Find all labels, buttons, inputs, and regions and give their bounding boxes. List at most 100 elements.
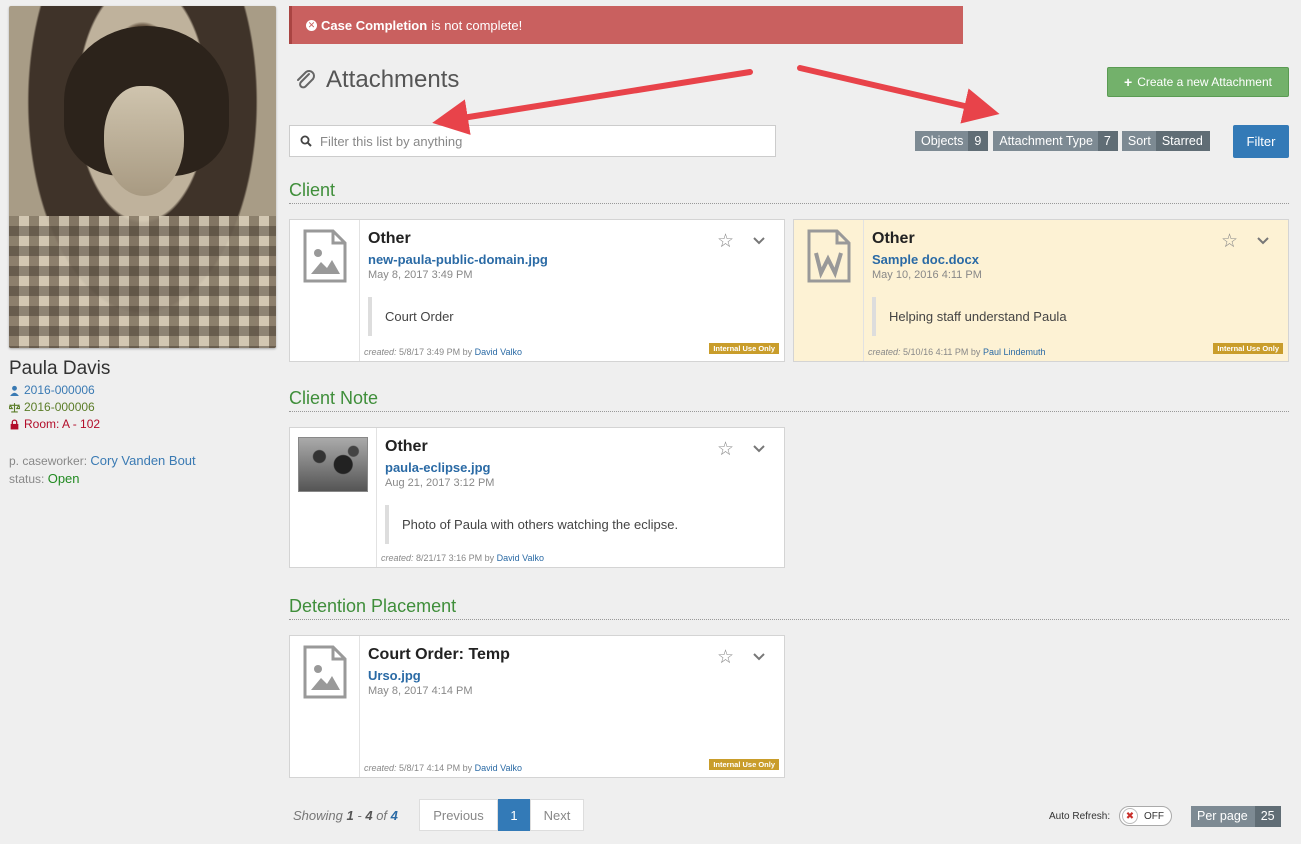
attachment-type: Other bbox=[385, 438, 428, 455]
word-file-icon bbox=[794, 220, 864, 361]
auto-refresh-label: Auto Refresh: bbox=[1049, 811, 1111, 822]
search-icon bbox=[300, 135, 312, 147]
attachment-date: Aug 21, 2017 3:12 PM bbox=[385, 477, 495, 489]
per-page-label: Per page bbox=[1191, 806, 1255, 827]
attachment-filename[interactable]: paula-eclipse.jpg bbox=[385, 460, 774, 475]
sort-chip-value: Starred bbox=[1155, 131, 1210, 151]
chevron-down-icon[interactable] bbox=[752, 444, 766, 454]
section-client-note: Client Note bbox=[289, 388, 1289, 412]
attachment-date: May 8, 2017 3:49 PM bbox=[368, 269, 473, 281]
caseworker-link[interactable]: Cory Vanden Bout bbox=[90, 453, 195, 468]
profile-photo bbox=[9, 6, 276, 348]
page-title-text: Attachments bbox=[326, 66, 460, 93]
page-1-button[interactable]: 1 bbox=[498, 799, 530, 831]
lock-icon bbox=[10, 418, 19, 429]
chevron-down-icon[interactable] bbox=[752, 652, 766, 662]
room-label: Room: A - 102 bbox=[24, 417, 101, 431]
close-circle-icon: ✕ bbox=[306, 19, 317, 31]
eclipse-thumbnail bbox=[290, 428, 377, 567]
case-id-link[interactable]: 2016-000006 bbox=[9, 400, 95, 414]
alert-text: is not complete! bbox=[431, 17, 523, 33]
section-detention-placement: Detention Placement bbox=[289, 596, 1289, 620]
attachment-filename[interactable]: new-paula-public-domain.jpg bbox=[368, 252, 774, 267]
objects-chip[interactable]: Objects 9 bbox=[915, 131, 989, 151]
created-info: created: 5/8/17 3:49 PM by David Valko bbox=[364, 347, 522, 357]
section-client: Client bbox=[289, 180, 1289, 204]
paperclip-icon bbox=[297, 70, 315, 89]
filter-button[interactable]: Filter bbox=[1233, 125, 1289, 158]
star-icon[interactable]: ☆ bbox=[717, 440, 734, 459]
image-file-icon bbox=[290, 636, 360, 777]
page-title: Attachments bbox=[296, 66, 459, 94]
internal-use-badge: Internal Use Only bbox=[1213, 343, 1283, 354]
created-info: created: 5/8/17 4:14 PM by David Valko bbox=[364, 763, 522, 773]
author-link[interactable]: David Valko bbox=[475, 763, 522, 773]
attachment-type-chip-count: 7 bbox=[1097, 131, 1118, 151]
annotation-arrow bbox=[432, 69, 753, 135]
filter-chips: Objects 9 Attachment Type 7 Sort Starred bbox=[915, 131, 1210, 151]
attachment-type-chip[interactable]: Attachment Type 7 bbox=[993, 131, 1118, 151]
profile-name: Paula Davis bbox=[9, 358, 111, 379]
star-icon[interactable]: ☆ bbox=[717, 648, 734, 667]
off-x-icon: ✖ bbox=[1122, 808, 1138, 824]
attachment-type: Other bbox=[368, 230, 411, 247]
pagination: Previous 1 Next bbox=[419, 799, 584, 831]
filter-field[interactable] bbox=[289, 125, 776, 157]
attachment-card[interactable]: Other paula-eclipse.jpg Aug 21, 2017 3:1… bbox=[289, 427, 785, 568]
created-info: created: 8/21/17 3:16 PM by David Valko bbox=[381, 553, 544, 563]
attachment-date: May 8, 2017 4:14 PM bbox=[368, 685, 473, 697]
scales-icon bbox=[9, 402, 20, 412]
attachment-card[interactable]: Other new-paula-public-domain.jpg May 8,… bbox=[289, 219, 785, 362]
attachment-note: Photo of Paula with others watching the … bbox=[385, 505, 774, 544]
created-info: created: 5/10/16 4:11 PM by Paul Lindemu… bbox=[868, 347, 1046, 357]
room-link[interactable]: Room: A - 102 bbox=[9, 417, 100, 431]
attachment-note: Court Order bbox=[368, 297, 774, 336]
caseworker-label: p. caseworker: bbox=[9, 454, 88, 468]
case-id: 2016-000006 bbox=[24, 400, 95, 414]
chevron-down-icon[interactable] bbox=[1256, 236, 1270, 246]
star-icon[interactable]: ☆ bbox=[717, 232, 734, 251]
attachment-card[interactable]: Court Order: Temp Urso.jpg May 8, 2017 4… bbox=[289, 635, 785, 778]
attachment-date: May 10, 2016 4:11 PM bbox=[872, 269, 982, 281]
attachment-type: Other bbox=[872, 230, 915, 247]
previous-page-button[interactable]: Previous bbox=[419, 799, 498, 831]
attachment-filename[interactable]: Sample doc.docx bbox=[872, 252, 1278, 267]
internal-use-badge: Internal Use Only bbox=[709, 759, 779, 770]
plus-icon: + bbox=[1124, 74, 1133, 90]
create-attachment-button[interactable]: + Create a new Attachment bbox=[1107, 67, 1289, 97]
attachment-filename[interactable]: Urso.jpg bbox=[368, 668, 774, 683]
attachment-card[interactable]: Other Sample doc.docx May 10, 2016 4:11 … bbox=[793, 219, 1289, 362]
attachment-note: Helping staff understand Paula bbox=[872, 297, 1278, 336]
person-icon bbox=[10, 385, 19, 396]
annotation-arrow bbox=[797, 65, 1000, 124]
image-file-icon bbox=[290, 220, 360, 361]
author-link[interactable]: David Valko bbox=[475, 347, 522, 357]
showing-count: Showing 1 - 4 of 4 bbox=[293, 808, 398, 823]
star-icon[interactable]: ☆ bbox=[1221, 232, 1238, 251]
author-link[interactable]: Paul Lindemuth bbox=[983, 347, 1046, 357]
caseworker-row: p. caseworker: Cory Vanden Bout bbox=[9, 453, 196, 468]
next-page-button[interactable]: Next bbox=[530, 799, 584, 831]
status-value: Open bbox=[47, 471, 80, 486]
attachment-type: Court Order: Temp bbox=[368, 646, 510, 663]
toggle-state: OFF bbox=[1144, 810, 1164, 822]
chevron-down-icon[interactable] bbox=[752, 236, 766, 246]
filter-input[interactable] bbox=[320, 133, 740, 149]
attachment-type-chip-label: Attachment Type bbox=[993, 131, 1098, 151]
per-page-selector[interactable]: Per page 25 bbox=[1191, 806, 1281, 827]
incomplete-alert: ✕ Case Completion is not complete! bbox=[289, 6, 963, 44]
create-attachment-label: Create a new Attachment bbox=[1137, 75, 1272, 89]
per-page-value: 25 bbox=[1254, 806, 1281, 827]
status-row: status: Open bbox=[9, 471, 80, 486]
sort-chip[interactable]: Sort Starred bbox=[1121, 131, 1210, 151]
objects-chip-count: 9 bbox=[968, 131, 989, 151]
alert-bold: Case Completion bbox=[321, 17, 428, 33]
client-id: 2016-000006 bbox=[24, 383, 95, 397]
objects-chip-label: Objects bbox=[915, 131, 969, 151]
status-label: status: bbox=[9, 472, 45, 486]
internal-use-badge: Internal Use Only bbox=[709, 343, 779, 354]
author-link[interactable]: David Valko bbox=[497, 553, 544, 563]
client-id-link[interactable]: 2016-000006 bbox=[9, 383, 95, 397]
sort-chip-label: Sort bbox=[1121, 131, 1156, 151]
auto-refresh-toggle[interactable]: ✖ OFF bbox=[1119, 806, 1172, 826]
